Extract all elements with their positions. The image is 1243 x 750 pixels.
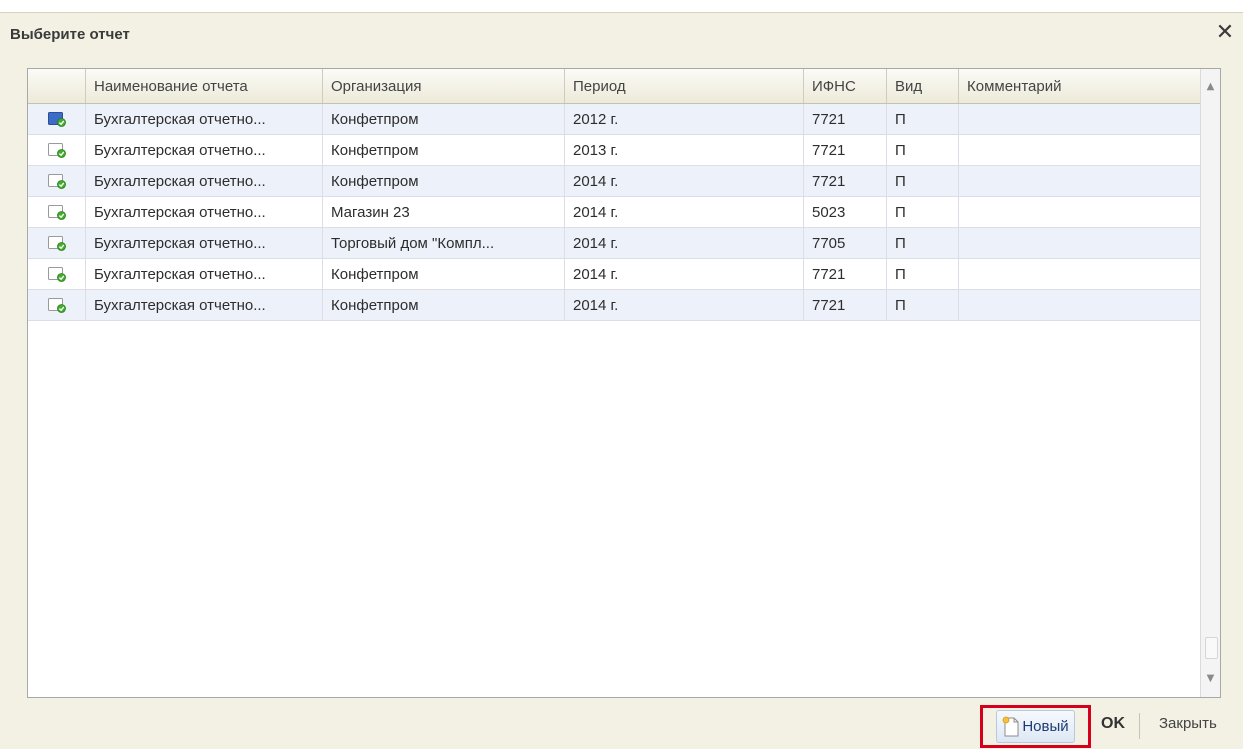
- scroll-up-arrow-icon[interactable]: ▲: [1201, 73, 1220, 101]
- vertical-scrollbar[interactable]: ▲ ▼: [1200, 69, 1220, 697]
- cell-ifns: 7721: [804, 290, 887, 320]
- table-row[interactable]: Бухгалтерская отчетно... Конфетпром 2013 г…: [28, 135, 1202, 166]
- table-row[interactable]: Бухгалтерская отчетно... Магазин 23 2014 г…: [28, 197, 1202, 228]
- cell-comment: [959, 197, 1202, 227]
- table-row[interactable]: Бухгалтерская отчетно... Конфетпром 2014 г…: [28, 166, 1202, 197]
- row-icon-cell[interactable]: [28, 228, 86, 258]
- cell-kind: П: [887, 135, 959, 165]
- header-report-name[interactable]: Наименование отчета: [86, 69, 323, 103]
- cell-period: 2014 г.: [565, 197, 804, 227]
- row-icon-cell[interactable]: [28, 166, 86, 196]
- row-icon-cell[interactable]: [28, 104, 86, 134]
- cell-organization: Конфетпром: [323, 290, 565, 320]
- cell-period: 2014 г.: [565, 290, 804, 320]
- cell-comment: [959, 228, 1202, 258]
- report-document-icon: [47, 236, 66, 251]
- header-organization[interactable]: Организация: [323, 69, 565, 103]
- table-row[interactable]: Бухгалтерская отчетно... Конфетпром 2012 г…: [28, 104, 1202, 135]
- cell-ifns: 7721: [804, 135, 887, 165]
- cell-kind: П: [887, 166, 959, 196]
- table-row[interactable]: Бухгалтерская отчетно... Конфетпром 2014 г…: [28, 259, 1202, 290]
- cell-kind: П: [887, 259, 959, 289]
- select-report-dialog: Выберите отчет ✕ Наименование отчета Орг…: [0, 12, 1243, 749]
- report-document-icon: [47, 143, 66, 158]
- cell-comment: [959, 259, 1202, 289]
- header-kind[interactable]: Вид: [887, 69, 959, 103]
- cell-report-name: Бухгалтерская отчетно...: [86, 290, 323, 320]
- scroll-grip[interactable]: [1205, 637, 1218, 659]
- cell-kind: П: [887, 228, 959, 258]
- header-icon-column[interactable]: [28, 69, 86, 103]
- close-icon[interactable]: ✕: [1213, 21, 1237, 45]
- cell-report-name: Бухгалтерская отчетно...: [86, 228, 323, 258]
- cell-period: 2013 г.: [565, 135, 804, 165]
- report-document-icon: [47, 174, 66, 189]
- cell-comment: [959, 166, 1202, 196]
- cell-period: 2012 г.: [565, 104, 804, 134]
- cell-kind: П: [887, 104, 959, 134]
- header-ifns[interactable]: ИФНС: [804, 69, 887, 103]
- cell-comment: [959, 135, 1202, 165]
- cell-report-name: Бухгалтерская отчетно...: [86, 135, 323, 165]
- cell-organization: Конфетпром: [323, 135, 565, 165]
- cell-period: 2014 г.: [565, 259, 804, 289]
- dialog-footer: Новый OK Закрыть: [0, 701, 1243, 750]
- row-icon-cell[interactable]: [28, 259, 86, 289]
- cell-organization: Торговый дом "Компл...: [323, 228, 565, 258]
- row-icon-cell[interactable]: [28, 197, 86, 227]
- report-document-icon: [47, 112, 66, 127]
- table-row[interactable]: Бухгалтерская отчетно... Конфетпром 2014 г…: [28, 290, 1202, 321]
- header-comment[interactable]: Комментарий: [959, 69, 1202, 103]
- reports-table[interactable]: Наименование отчета Организация Период И…: [27, 68, 1221, 698]
- row-icon-cell[interactable]: [28, 135, 86, 165]
- cell-ifns: 7705: [804, 228, 887, 258]
- new-button[interactable]: Новый: [996, 710, 1075, 743]
- dialog-title: Выберите отчет: [10, 26, 130, 43]
- cell-ifns: 5023: [804, 197, 887, 227]
- cell-report-name: Бухгалтерская отчетно...: [86, 259, 323, 289]
- cell-period: 2014 г.: [565, 228, 804, 258]
- report-document-icon: [47, 267, 66, 282]
- cell-organization: Конфетпром: [323, 259, 565, 289]
- new-document-icon: [1002, 716, 1019, 736]
- close-button[interactable]: Закрыть: [1159, 715, 1217, 739]
- scroll-down-arrow-icon[interactable]: ▼: [1201, 665, 1220, 693]
- cell-ifns: 7721: [804, 259, 887, 289]
- cell-report-name: Бухгалтерская отчетно...: [86, 166, 323, 196]
- cell-ifns: 7721: [804, 166, 887, 196]
- table-row[interactable]: Бухгалтерская отчетно... Торговый дом "Ко…: [28, 228, 1202, 259]
- cell-ifns: 7721: [804, 104, 887, 134]
- window-top-strip: [0, 0, 1243, 12]
- cell-organization: Конфетпром: [323, 166, 565, 196]
- table-header: Наименование отчета Организация Период И…: [28, 69, 1202, 104]
- cell-report-name: Бухгалтерская отчетно...: [86, 197, 323, 227]
- dialog-titlebar: Выберите отчет ✕: [0, 13, 1243, 55]
- header-period[interactable]: Период: [565, 69, 804, 103]
- cell-comment: [959, 290, 1202, 320]
- cell-organization: Магазин 23: [323, 197, 565, 227]
- ok-button[interactable]: OK: [1101, 715, 1125, 739]
- cell-organization: Конфетпром: [323, 104, 565, 134]
- footer-separator: [1139, 713, 1140, 739]
- cell-comment: [959, 104, 1202, 134]
- cell-report-name: Бухгалтерская отчетно...: [86, 104, 323, 134]
- new-report-highlight: Новый: [980, 705, 1091, 748]
- cell-kind: П: [887, 197, 959, 227]
- report-document-icon: [47, 298, 66, 313]
- row-icon-cell[interactable]: [28, 290, 86, 320]
- report-document-icon: [47, 205, 66, 220]
- cell-period: 2014 г.: [565, 166, 804, 196]
- new-button-label: Новый: [1022, 718, 1069, 735]
- cell-kind: П: [887, 290, 959, 320]
